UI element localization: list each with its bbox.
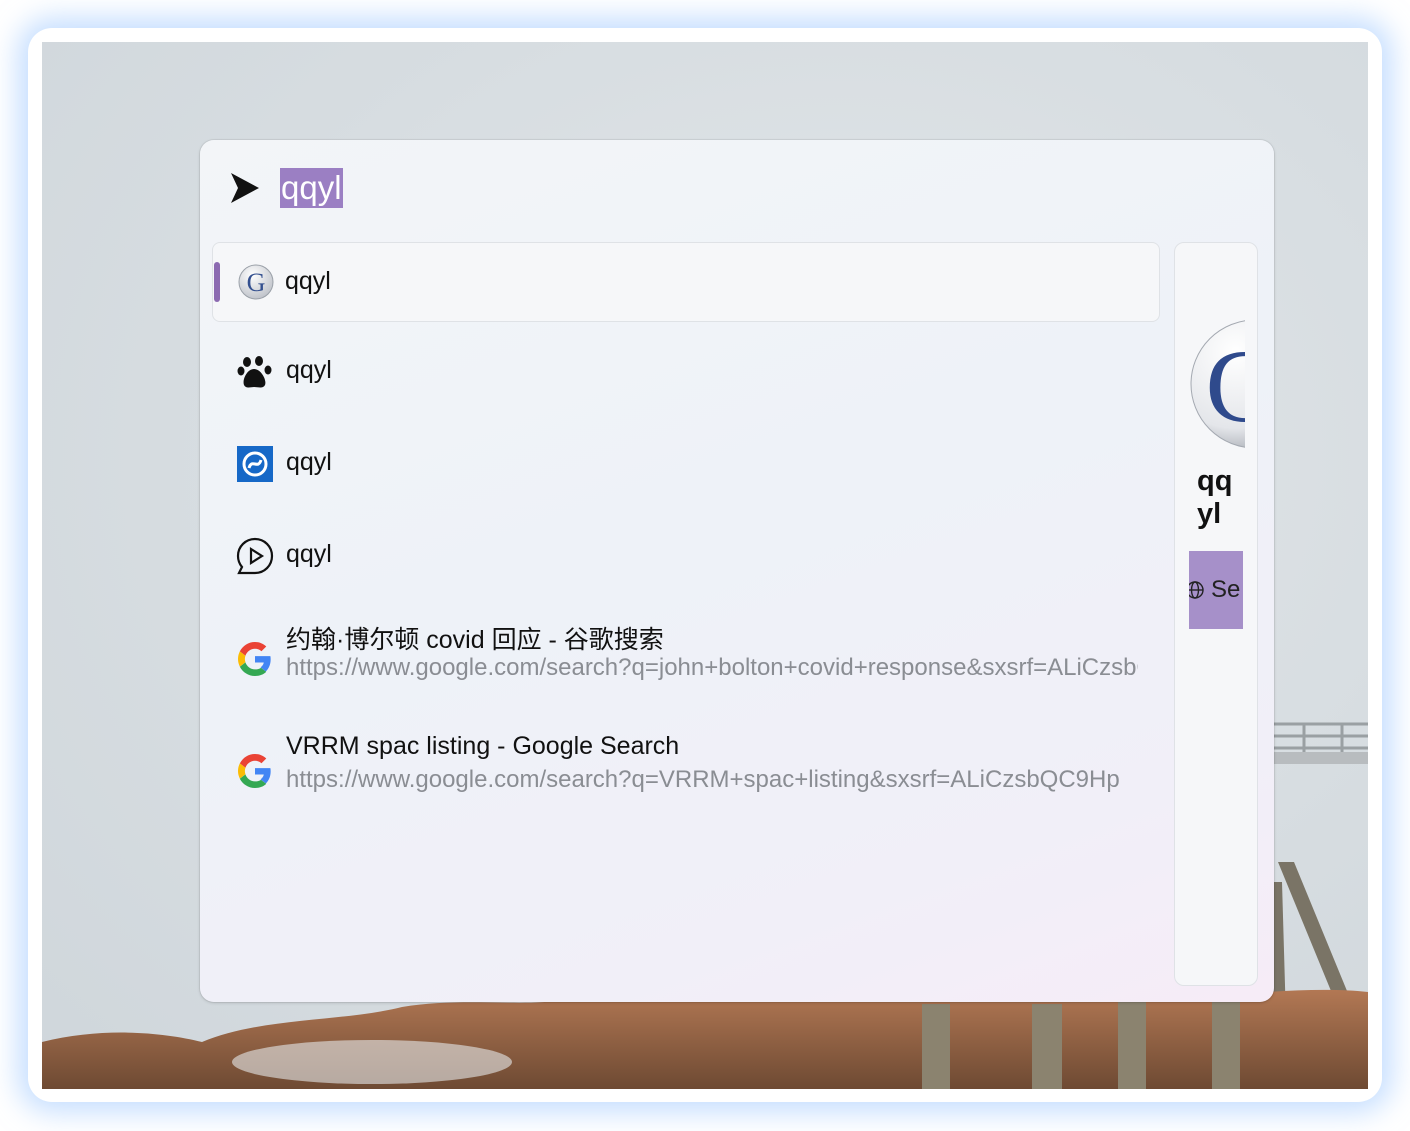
result-title: 约翰·博尔顿 covid 回应 - 谷歌搜索 [286,626,664,654]
result-item-video[interactable]: qqyl [212,520,1160,612]
result-title: qqyl [285,267,331,295]
results-list: G qqyl qqyl qqyl qqyl 约翰·博尔顿 covid 回应 - … [212,242,1160,836]
preview-title: qqyl [1197,465,1233,530]
result-item-baidu[interactable]: qqyl [212,336,1160,428]
play-bubble-icon [236,537,274,575]
search-button-label: Se [1211,576,1241,603]
result-item-history-1[interactable]: 约翰·博尔顿 covid 回应 - 谷歌搜索 https://www.googl… [212,612,1160,724]
result-title: qqyl [286,540,332,568]
globe-icon [1189,580,1205,600]
result-item-sogou[interactable]: qqyl [212,428,1160,520]
result-url: https://www.google.com/search?q=VRRM+spa… [286,766,1120,793]
selection-indicator [214,262,220,302]
result-item-history-2[interactable]: VRRM spac listing - Google Search https:… [212,724,1160,836]
google-color-icon [236,752,274,790]
search-button[interactable]: Se [1189,551,1243,629]
send-arrow-icon [230,171,262,205]
google-color-icon [236,640,274,678]
query-row: qqyl [230,168,343,208]
svg-text:G: G [247,268,266,297]
result-title: qqyl [286,448,332,476]
svg-text:G: G [1205,329,1245,444]
query-input[interactable]: qqyl [280,168,343,208]
sogou-blue-icon [236,445,274,483]
google-g-3d-icon: G [1187,319,1245,449]
result-item-google[interactable]: G qqyl [212,242,1160,322]
pier-railing [1274,722,1368,752]
baidu-paw-icon [236,353,274,391]
launcher-window: qqyl G qqyl qqyl qqyl qqyl 约翰·博尔顿 covid … [200,140,1274,1002]
google-g-3d-icon: G [237,263,275,301]
result-url: https://www.google.com/search?q=john+bol… [286,654,1138,681]
result-title: VRRM spac listing - Google Search [286,732,680,760]
preview-panel: G qqyl Se [1174,242,1258,986]
result-title: qqyl [286,356,332,384]
